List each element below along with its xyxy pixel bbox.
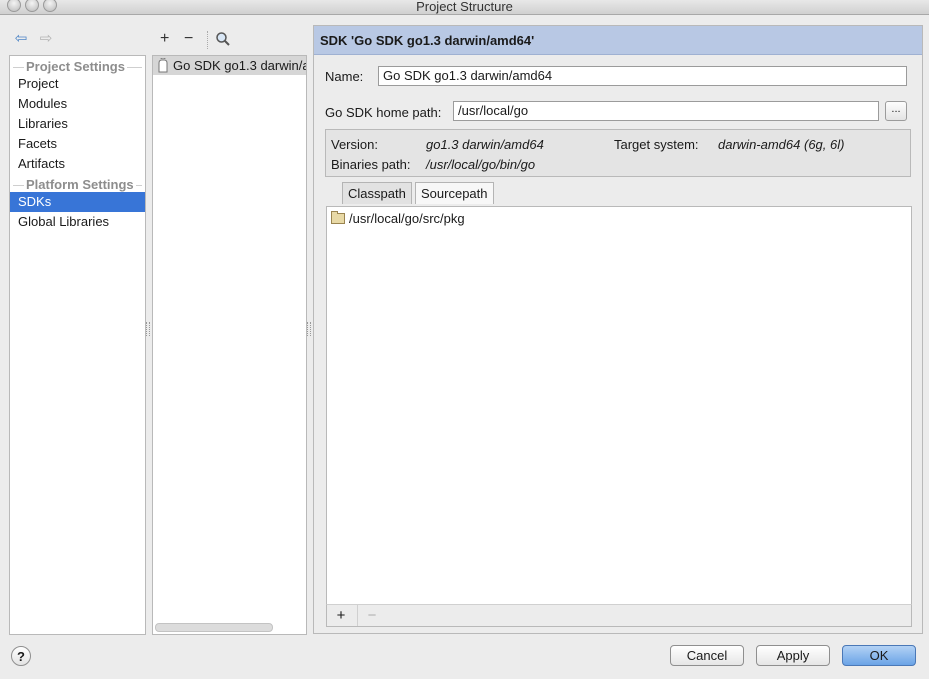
- target-system-label: Target system:: [614, 137, 699, 152]
- arrow-right-icon: ⇨: [39, 30, 53, 47]
- home-path-field[interactable]: /usr/local/go: [453, 101, 879, 121]
- sidebar-item-facets[interactable]: Facets: [10, 134, 145, 154]
- path-label: /usr/local/go/src/pkg: [349, 211, 465, 226]
- detail-header: SDK 'Go SDK go1.3 darwin/amd64': [314, 26, 922, 55]
- platform-settings-header: Platform Settings: [10, 175, 145, 193]
- sidebar-item-modules[interactable]: Modules: [10, 94, 145, 114]
- sidebar-item-sdks[interactable]: SDKs: [10, 192, 145, 212]
- sidebar-item-artifacts[interactable]: Artifacts: [10, 154, 145, 174]
- sidebar-item-libraries[interactable]: Libraries: [10, 114, 145, 134]
- title-bar: Project Structure: [0, 0, 929, 15]
- sdk-list-item[interactable]: Go SDK go1.3 darwin/amd64: [153, 56, 306, 75]
- forward-button[interactable]: ⇨: [38, 31, 54, 47]
- sdk-list-item-label: Go SDK go1.3 darwin/amd64: [173, 58, 306, 73]
- binaries-path-label: Binaries path:: [331, 157, 411, 172]
- name-label: Name:: [325, 69, 364, 84]
- target-system-value: darwin-amd64 (6g, 6l): [718, 137, 845, 152]
- sdk-list: Go SDK go1.3 darwin/amd64: [152, 55, 307, 635]
- remove-path-button[interactable]: −: [357, 605, 386, 626]
- back-button[interactable]: ⇦: [13, 31, 29, 47]
- sourcepath-list: /usr/local/go/src/pkg: [326, 206, 912, 606]
- horizontal-scrollbar[interactable]: [155, 623, 273, 632]
- sidebar-item-global-libraries[interactable]: Global Libraries: [10, 212, 145, 232]
- magnifier-icon: [216, 32, 230, 46]
- binaries-path-value: /usr/local/go/bin/go: [426, 157, 536, 172]
- browse-button[interactable]: ...: [885, 101, 907, 121]
- version-value: go1.3 darwin/amd64: [426, 137, 544, 152]
- arrow-left-icon: ⇦: [14, 30, 28, 47]
- project-settings-header: Project Settings: [10, 57, 145, 75]
- toolbar-separator: [207, 31, 209, 49]
- ok-button[interactable]: OK: [842, 645, 916, 666]
- cancel-button[interactable]: Cancel: [670, 645, 744, 666]
- settings-sidebar: Project Settings Project Modules Librari…: [9, 55, 146, 635]
- sdk-name-field[interactable]: Go SDK go1.3 darwin/amd64: [378, 66, 907, 86]
- detail-title: SDK 'Go SDK go1.3 darwin/amd64': [320, 33, 535, 48]
- tab-classpath[interactable]: Classpath: [342, 182, 412, 204]
- find-button[interactable]: [215, 31, 231, 47]
- remove-sdk-button[interactable]: −: [184, 31, 193, 47]
- window-title: Project Structure: [416, 0, 513, 14]
- version-label: Version:: [331, 137, 378, 152]
- splitter-handle[interactable]: [307, 322, 311, 336]
- help-button[interactable]: ?: [11, 646, 31, 666]
- tab-sourcepath[interactable]: Sourcepath: [415, 182, 494, 204]
- folder-icon: [331, 211, 345, 224]
- splitter-handle[interactable]: [146, 322, 150, 336]
- sdk-detail-panel: SDK 'Go SDK go1.3 darwin/amd64' Name: Go…: [313, 25, 923, 634]
- add-path-button[interactable]: +: [327, 605, 355, 626]
- add-sdk-button[interactable]: +: [160, 31, 169, 47]
- apply-button[interactable]: Apply: [756, 645, 830, 666]
- sdk-info-box: Version: go1.3 darwin/amd64 Target syste…: [325, 129, 911, 177]
- sidebar-item-project[interactable]: Project: [10, 74, 145, 94]
- paths-toolbar: + −: [326, 604, 912, 627]
- home-path-label: Go SDK home path:: [325, 105, 442, 120]
- sdk-icon: [158, 58, 168, 73]
